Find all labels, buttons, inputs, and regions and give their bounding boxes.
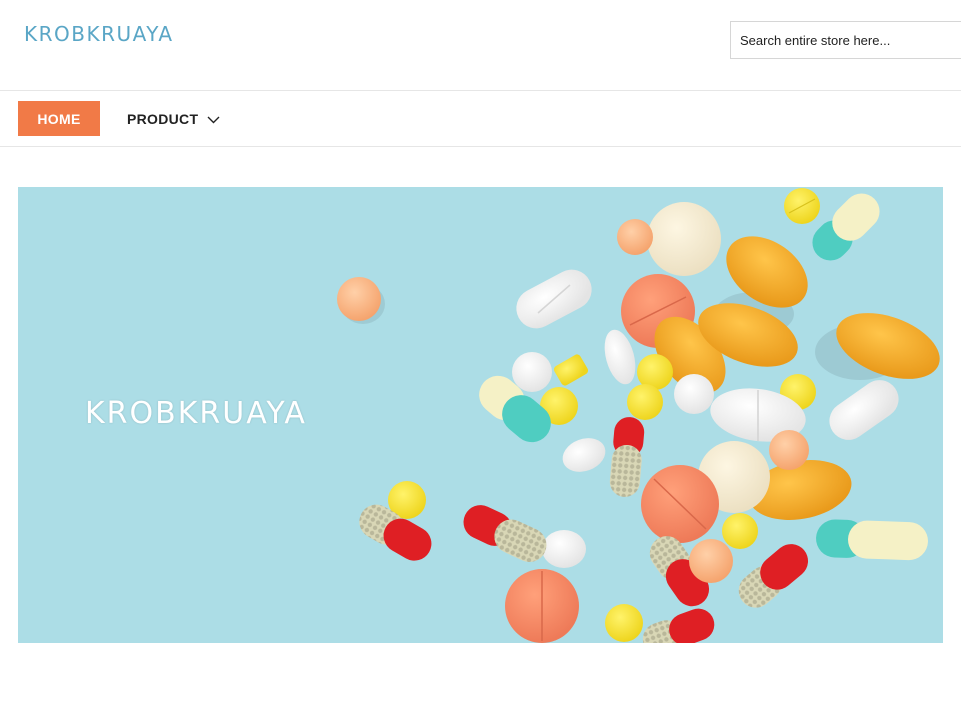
site-header: KROBKRUAYA: [0, 0, 961, 91]
nav-item-label: PRODUCT: [127, 110, 199, 127]
nav-item-label: HOME: [37, 110, 81, 127]
main-nav: HOME PRODUCT: [0, 91, 961, 147]
site-logo[interactable]: KROBKRUAYA: [24, 22, 174, 46]
nav-item-product[interactable]: PRODUCT: [127, 101, 220, 136]
nav-item-home[interactable]: HOME: [18, 101, 100, 136]
hero-banner[interactable]: KROBKRUAYA: [18, 187, 943, 643]
chevron-down-icon[interactable]: [207, 111, 220, 127]
search-input[interactable]: [730, 21, 961, 59]
banner-title: KROBKRUAYA: [85, 396, 307, 431]
